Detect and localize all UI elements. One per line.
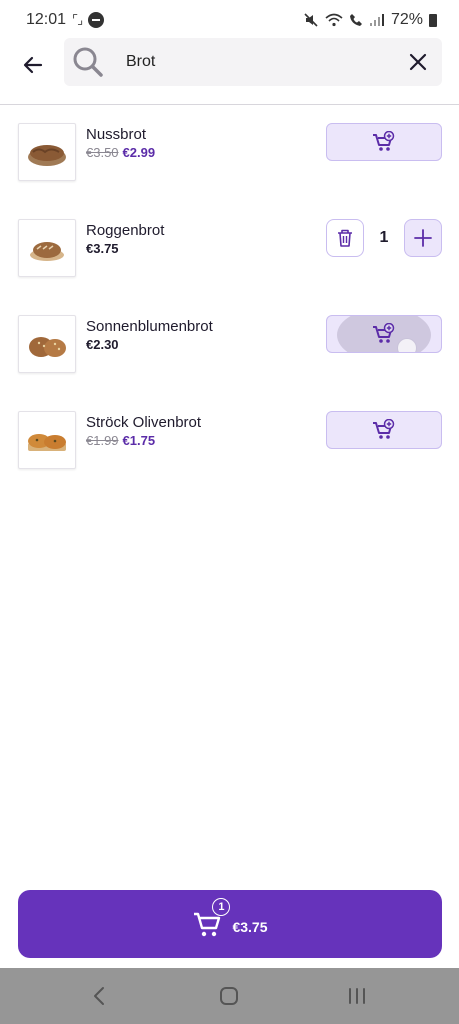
recents-icon [349, 988, 365, 1004]
quantity-value: 1 [379, 229, 389, 246]
status-bar: 12:01 ⌜⌟ 72% [0, 0, 459, 40]
cart-plus-icon [373, 323, 395, 343]
cart-plus-icon [373, 131, 395, 151]
status-time: 12:01 [26, 11, 67, 28]
product-image [18, 219, 76, 277]
search-icon [73, 47, 103, 77]
product-old-price: €3.50 [86, 145, 119, 160]
trash-icon [338, 229, 352, 247]
product-name: Sonnenblumenbrot [86, 318, 213, 335]
product-price: €2.30 [86, 337, 119, 352]
product-name: Ströck Olivenbrot [86, 414, 202, 431]
product-image [18, 411, 76, 469]
chevron-left-icon [94, 987, 104, 1005]
add-to-cart-button[interactable] [326, 315, 442, 353]
wifi-icon [325, 13, 343, 27]
increment-button[interactable] [404, 219, 442, 257]
arrow-left-icon [23, 56, 43, 74]
product-image [18, 123, 76, 181]
cart-count-badge: 1 [212, 898, 231, 916]
signal-icon [369, 14, 384, 26]
product-item-nussbrot[interactable]: Nussbrot €3.50 €2.99 [0, 123, 459, 193]
plus-icon [414, 229, 432, 247]
nav-back-button[interactable] [84, 982, 114, 1010]
add-to-cart-button[interactable] [326, 411, 442, 449]
product-old-price: €1.99 [86, 433, 119, 448]
do-not-disturb-icon [88, 12, 105, 28]
clear-search-button[interactable] [404, 48, 432, 76]
product-price: €2.99 [122, 145, 156, 160]
wifi-call-icon [349, 14, 362, 26]
product-name: Nussbrot [86, 126, 147, 143]
back-button[interactable] [16, 48, 50, 82]
product-item-sonnenblumenbrot[interactable]: Sonnenblumenbrot €2.30 [0, 315, 459, 385]
product-price: €1.75 [122, 433, 156, 448]
product-item-stroeck-olivenbrot[interactable]: Ströck Olivenbrot €1.99 €1.75 [0, 411, 459, 481]
battery-icon [429, 13, 437, 27]
search-input[interactable] [126, 46, 386, 78]
home-icon [220, 987, 238, 1005]
search-header [0, 38, 459, 104]
quantity-stepper: 1 [326, 219, 442, 257]
header-divider [0, 104, 459, 105]
close-icon [409, 53, 427, 71]
product-name: Roggenbrot [86, 222, 165, 239]
add-to-cart-button[interactable] [326, 123, 442, 161]
nav-recents-button[interactable] [342, 982, 372, 1010]
battery-percent: 72% [390, 11, 423, 28]
cart-plus-icon [373, 419, 395, 439]
cart-icon-wrapper: 1 [192, 898, 231, 940]
product-price: €3.75 [86, 241, 119, 256]
view-cart-button[interactable]: 1 €3.75 [18, 890, 442, 958]
cart-total: €3.75 [232, 919, 268, 935]
touch-indicator [397, 338, 417, 352]
screenshot-icon: ⌜⌟ [72, 12, 83, 27]
system-nav-bar [0, 968, 459, 1024]
remove-from-cart-button[interactable] [326, 219, 364, 257]
product-item-roggenbrot[interactable]: Roggenbrot €3.75 1 [0, 219, 459, 289]
search-box[interactable] [64, 38, 442, 86]
product-image [18, 315, 76, 373]
nav-home-button[interactable] [214, 982, 244, 1010]
mute-icon [304, 13, 318, 27]
